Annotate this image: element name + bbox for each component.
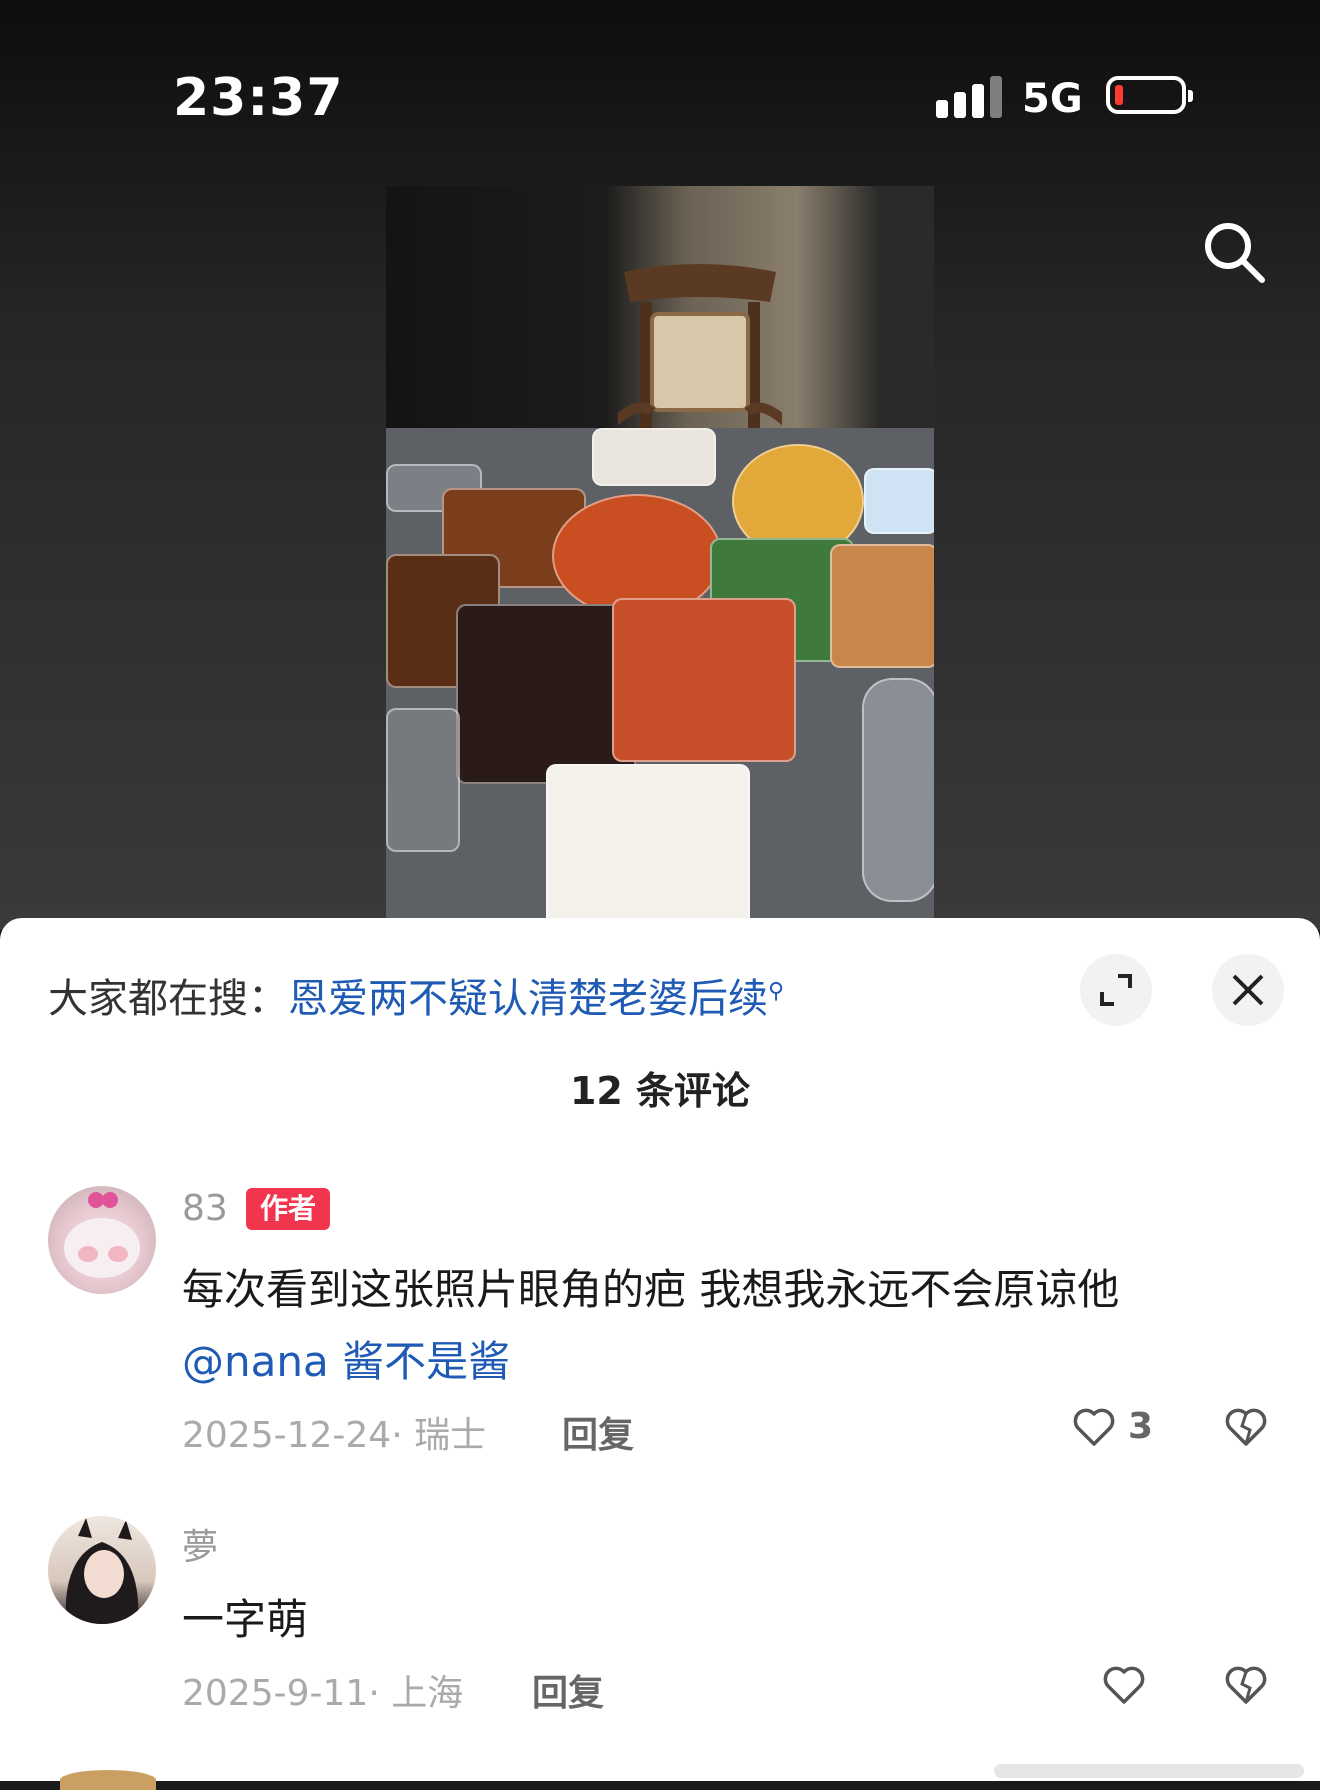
post-photo[interactable] (386, 186, 934, 920)
comment-text: 一字萌 (182, 1595, 309, 1644)
hot-search-query[interactable]: 恩爱两不疑认清楚老婆后续 (288, 976, 768, 1022)
network-type: 5G (1022, 76, 1083, 122)
broken-heart-icon[interactable] (1222, 1402, 1270, 1450)
comments-title: 12 条评论 (569, 1069, 751, 1113)
girl-avatar-icon (65, 1518, 139, 1624)
comment-location: · 上海 (368, 1673, 464, 1714)
comment-meta: 2025-12-24· 瑞士 (182, 1406, 486, 1458)
comment-input-bar[interactable] (994, 1764, 1304, 1778)
signal-icon (936, 76, 1002, 118)
hot-search-prefix: 大家都在搜： (48, 976, 288, 1022)
status-time: 23:37 (173, 68, 344, 128)
expand-button[interactable] (1080, 954, 1152, 1026)
heart-icon[interactable] (1070, 1402, 1118, 1450)
comment-date: 2025-9-11 (182, 1673, 369, 1714)
comment-mention-line: @nana 酱不是酱 (182, 1328, 510, 1389)
comment-meta: 2025-9-11· 上海 (182, 1664, 463, 1716)
comment-location: · 瑞士 (391, 1415, 487, 1456)
chair-illustration (618, 264, 782, 430)
author-badge: 作者 (246, 1188, 330, 1230)
reply-button[interactable]: 回复 (562, 1406, 634, 1458)
expand-icon (1100, 974, 1132, 1006)
search-icon[interactable] (1200, 218, 1270, 288)
media-viewer: 23:37 5G (0, 0, 1320, 930)
broken-heart-icon[interactable] (1222, 1660, 1270, 1708)
comment-date: 2025-12-24 (182, 1415, 392, 1456)
avatar[interactable] (48, 1186, 156, 1294)
heart-icon[interactable] (1100, 1660, 1148, 1708)
bunny-avatar-icon (64, 1192, 140, 1278)
search-small-icon: ⚲ (768, 978, 785, 1004)
hot-search-bar[interactable]: 大家都在搜：恩爱两不疑认清楚老婆后续⚲ (48, 966, 784, 1024)
next-comment-avatar[interactable] (60, 1770, 156, 1790)
battery-icon (1106, 76, 1193, 114)
close-icon (1232, 974, 1264, 1006)
comment-text: 每次看到这张照片眼角的疤 我想我永远不会原谅他 (182, 1265, 1120, 1314)
mention-link[interactable]: @nana 酱不是酱 (182, 1337, 510, 1386)
comment-username[interactable]: 83 (182, 1188, 228, 1229)
close-button[interactable] (1212, 954, 1284, 1026)
reply-button[interactable]: 回复 (532, 1664, 604, 1716)
like-count: 3 (1128, 1406, 1154, 1447)
avatar[interactable] (48, 1516, 156, 1624)
comment-username[interactable]: 夢 (182, 1518, 218, 1570)
